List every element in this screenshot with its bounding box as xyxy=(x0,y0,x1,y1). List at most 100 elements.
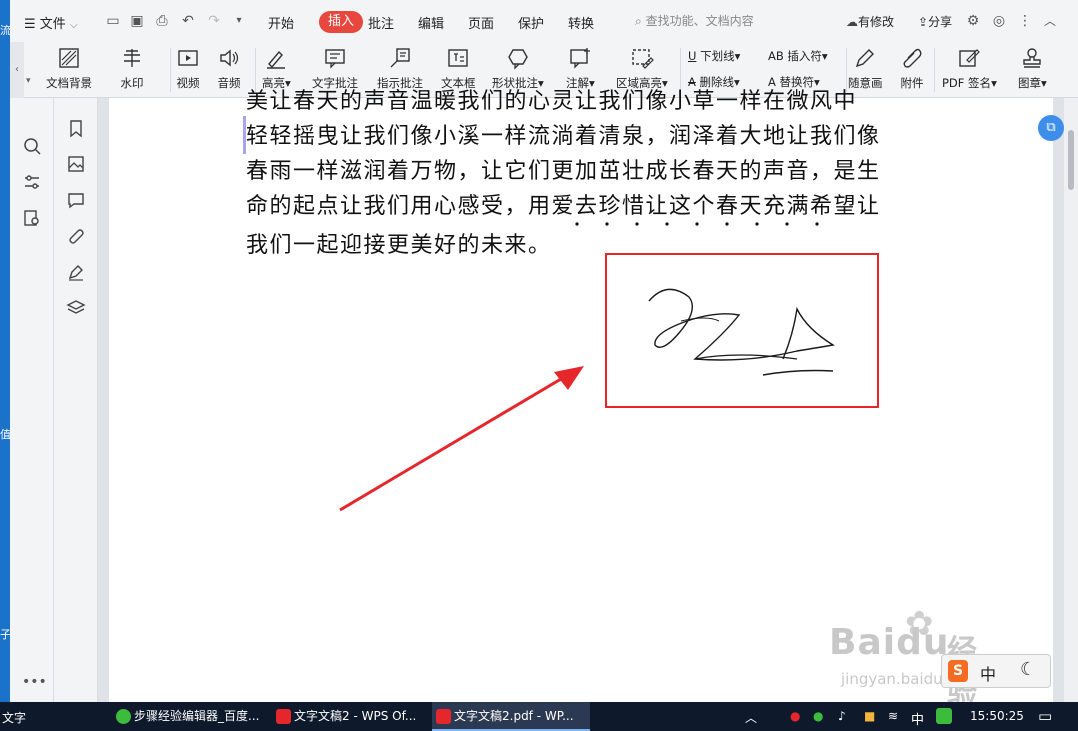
ime-floating-bar[interactable]: S 中 ☾ xyxy=(941,654,1051,688)
ribbon-separator xyxy=(170,48,171,92)
ribbon-scroll-left-icon[interactable]: ‹ xyxy=(10,42,24,98)
menu-file-button[interactable]: ☰ 文件 ⌵ xyxy=(24,13,78,32)
bookmark-icon[interactable] xyxy=(66,118,86,138)
search-box[interactable]: ⌕ 查找功能、文档内容 xyxy=(635,12,754,29)
search-icon: ⌕ xyxy=(635,14,642,28)
tray-volume-icon[interactable]: ♪ xyxy=(838,709,846,723)
page-search-icon[interactable] xyxy=(22,208,42,228)
browser-icon xyxy=(116,709,131,724)
settings-gear-icon[interactable]: ⚙ xyxy=(965,13,981,29)
ribbon-dropdown-icon[interactable]: ▾ xyxy=(26,76,31,86)
speaker-icon xyxy=(220,49,239,67)
tab-edit[interactable]: 编辑 xyxy=(418,13,444,32)
desktop-fragment: 子 xyxy=(0,628,10,641)
ribbon-separator xyxy=(934,48,935,92)
save-icon[interactable]: ▣ xyxy=(129,13,145,29)
tab-page[interactable]: 页面 xyxy=(468,13,494,32)
attachment-panel-icon[interactable] xyxy=(66,226,86,246)
tray-cloud-icon[interactable]: ● xyxy=(790,709,800,723)
collapse-ribbon-icon[interactable]: ︿ xyxy=(1042,13,1058,29)
image-icon[interactable] xyxy=(66,154,86,174)
cloud-icon: ☁ xyxy=(846,15,858,29)
wps-icon xyxy=(276,709,291,724)
desktop-fragment: 值 xyxy=(0,428,10,441)
desktop-fragment: 流 xyxy=(0,24,10,37)
doc-background-label: 文档背景 xyxy=(46,76,92,90)
undo-icon[interactable]: ↶ xyxy=(180,13,196,29)
quick-access-dropdown-icon[interactable]: ▾ xyxy=(231,13,247,29)
document-viewport[interactable]: 美让春天的声音温暖我们的心灵让我们像小草一样在微风中 轻轻摇曳让我们像小溪一样流… xyxy=(98,89,1064,713)
doc-line: 轻轻摇曳让我们像小溪一样流淌着清泉，润泽着大地让我们像 xyxy=(246,124,881,149)
left-tools-panel xyxy=(54,98,98,702)
windows-taskbar: 文字 步骤经验编辑器_百度... 文字文稿2 - WPS Of... 文字文稿2… xyxy=(0,702,1078,731)
notification-icon[interactable]: ▭ xyxy=(1038,707,1052,725)
share-label: 分享 xyxy=(928,15,953,29)
moon-icon: ☾ xyxy=(1020,659,1037,680)
share-button[interactable]: ⇪分享 xyxy=(918,13,952,30)
hamburger-icon: ☰ xyxy=(24,17,36,32)
pen-icon xyxy=(856,49,875,68)
print-icon[interactable]: ⎙ xyxy=(154,13,170,29)
sign-pen-icon[interactable] xyxy=(66,262,86,282)
insert-mark-button[interactable]: AB 插入符▾ xyxy=(768,48,828,64)
tab-start[interactable]: 开始 xyxy=(268,13,294,32)
video-button[interactable]: 视频 xyxy=(176,46,200,91)
pdf-page[interactable]: 美让春天的声音温暖我们的心灵让我们像小草一样在微风中 轻轻摇曳让我们像小溪一样流… xyxy=(109,89,1064,713)
vertical-scrollbar[interactable] xyxy=(1064,98,1078,702)
more-vertical-icon[interactable]: ⋮ xyxy=(1017,13,1033,29)
video-icon xyxy=(178,50,198,66)
doc-background-icon xyxy=(59,48,79,68)
taskbar-item-label: 文字文稿2 - WPS Of... xyxy=(294,709,417,723)
ime-mode-label: 中 xyxy=(980,665,997,684)
search-placeholder: 查找功能、文档内容 xyxy=(645,14,754,28)
tab-annotate[interactable]: 批注 xyxy=(368,13,394,32)
tray-expand-icon[interactable]: ︿ xyxy=(745,709,757,726)
stamp-button[interactable]: 图章▾ xyxy=(1018,46,1047,91)
tab-convert[interactable]: 转换 xyxy=(568,13,594,32)
watermark-button[interactable]: 水印 xyxy=(120,46,144,91)
taskbar-item-editor[interactable]: 步骤经验编辑器_百度... xyxy=(112,702,270,731)
tray-sogou-icon[interactable] xyxy=(936,708,952,724)
doc-background-button[interactable]: 文档背景 xyxy=(46,46,92,91)
taskbar-clock[interactable]: 15:50:25 xyxy=(970,702,1024,731)
tab-insert[interactable]: 插入 xyxy=(319,11,363,33)
insert-mark-icon: AB xyxy=(768,49,784,63)
taskbar-item-label: 文字文稿2.pdf - WP... xyxy=(454,709,574,723)
redo-icon[interactable]: ↷ xyxy=(206,13,222,29)
file-label: 文件 xyxy=(39,17,66,32)
taskbar-start-fragment[interactable]: 文字 xyxy=(2,709,26,726)
bell-icon[interactable]: ◎ xyxy=(991,13,1007,29)
convert-icon: ⧉ xyxy=(1046,120,1056,135)
floating-convert-button[interactable]: ⧉ xyxy=(1038,115,1064,141)
signature-icon xyxy=(959,49,981,67)
text-comment-icon xyxy=(325,49,345,69)
taskbar-item-wps-doc[interactable]: 文字文稿2 - WPS Of... xyxy=(272,702,428,731)
highlighter-icon xyxy=(267,50,286,69)
tray-wifi-icon[interactable]: ≋ xyxy=(888,709,898,723)
tray-network-icon[interactable]: ● xyxy=(813,709,823,723)
changes-button[interactable]: ☁有修改 xyxy=(846,13,894,30)
more-horizontal-icon[interactable]: ••• xyxy=(22,674,47,690)
taskbar-item-wps-pdf[interactable]: 文字文稿2.pdf - WP... xyxy=(432,702,590,731)
open-icon[interactable]: ▭ xyxy=(105,13,121,29)
search-doc-icon[interactable] xyxy=(22,136,42,156)
paperclip-icon xyxy=(903,48,922,68)
audio-button[interactable]: 音频 xyxy=(217,46,241,91)
area-highlight-icon xyxy=(632,49,654,69)
pointer-comment-icon xyxy=(390,48,410,68)
comment-icon[interactable] xyxy=(66,190,86,210)
red-arrow xyxy=(339,366,584,512)
scrollbar-thumb[interactable] xyxy=(1068,130,1074,190)
tab-insert-label: 插入 xyxy=(327,14,354,29)
doc-line: 春雨一样滋润着万物，让它们更加茁壮成长春天的声音，是生 xyxy=(246,159,881,184)
layers-icon[interactable] xyxy=(66,298,86,318)
pdf-signature-button[interactable]: PDF 签名▾ xyxy=(942,46,997,91)
tab-protect[interactable]: 保护 xyxy=(518,13,544,32)
audio-label: 音频 xyxy=(217,76,241,90)
tray-ime-label[interactable]: 中 xyxy=(911,709,924,728)
sliders-icon[interactable] xyxy=(22,172,42,192)
watermark-label: 水印 xyxy=(120,76,144,90)
underline-button[interactable]: U 下划线▾ xyxy=(688,48,740,64)
tray-app-icon[interactable]: ■ xyxy=(864,709,875,723)
document-paragraph[interactable]: 美让春天的声音温暖我们的心灵让我们像小草一样在微风中 轻轻摇曳让我们像小溪一样流… xyxy=(246,84,926,263)
